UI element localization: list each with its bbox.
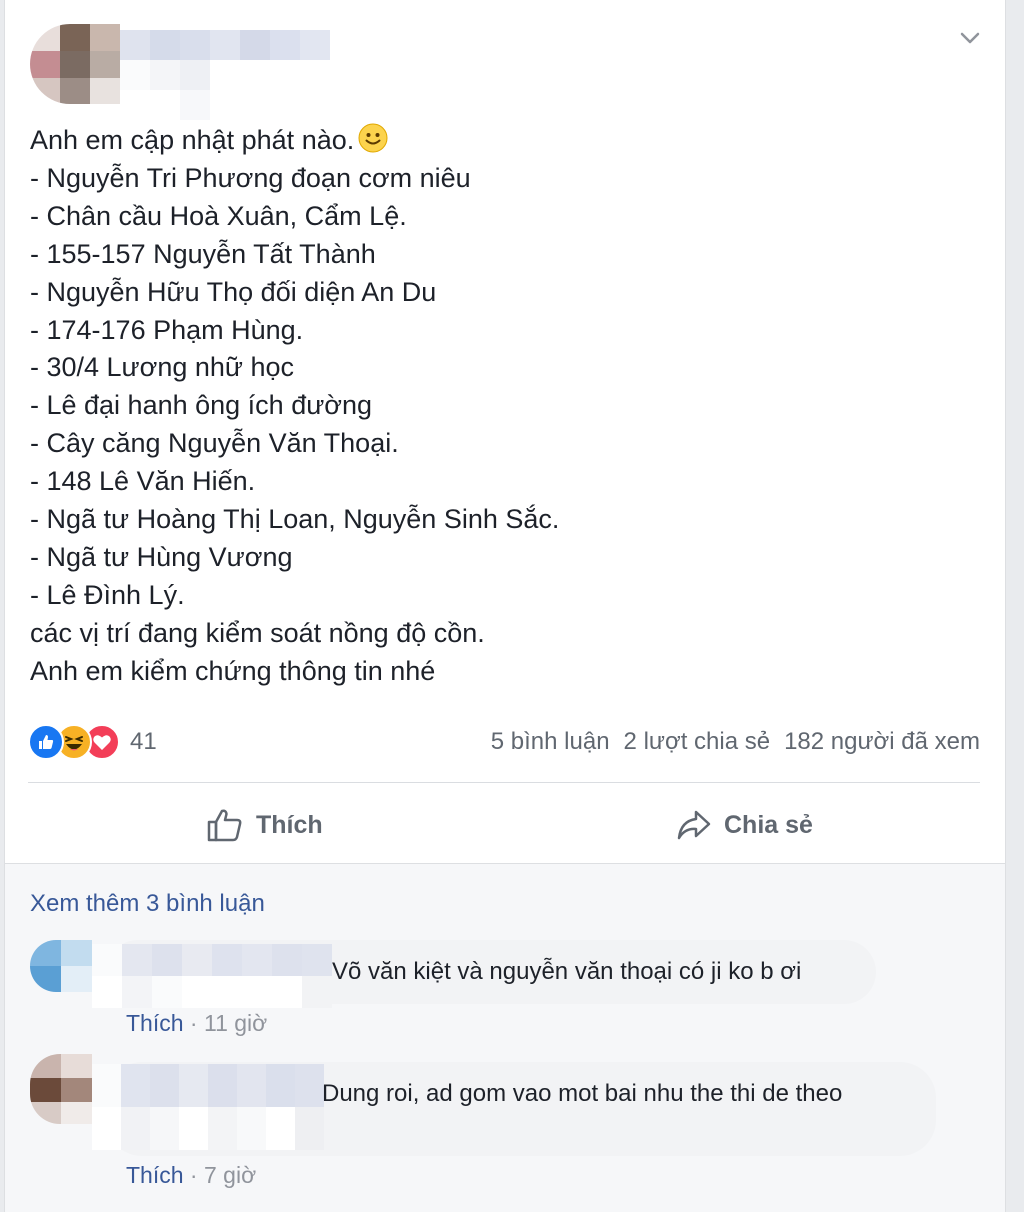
post-line: - Lê đại hanh ông ích đường (30, 390, 373, 421)
post-body: Anh em cập nhật phát nào. - Nguyễn Tri P… (30, 122, 970, 691)
post-line: - 155-157 Nguyễn Tất Thành (30, 238, 376, 269)
slightly-smiling-face-icon (358, 123, 388, 153)
post-line: - 148 Lê Văn Hiến. (30, 466, 256, 497)
chevron-down-icon[interactable] (958, 28, 982, 48)
comment-time[interactable]: 7 giờ (204, 1162, 256, 1188)
share-button[interactable]: Chia sẻ (676, 802, 813, 848)
meta-separator: · (189, 1162, 198, 1188)
post-line: Anh em kiểm chứng thông tin nhé (30, 655, 436, 686)
post-line: - Chân cầu Hoà Xuân, Cẩm Lệ. (30, 200, 407, 231)
view-count: 182 người đã xem (784, 728, 980, 755)
comment-text: Dung roi, ad gom vao mot bai nhu the thi… (322, 1080, 843, 1107)
commenter-avatar[interactable] (30, 940, 92, 992)
thumbs-up-icon (207, 809, 242, 842)
comment-like-button[interactable]: Thích (126, 1162, 184, 1188)
post-line: các vị trí đang kiểm soát nồng độ cồn. (30, 617, 485, 648)
comment-text: Võ văn kiệt và nguyễn văn thoại có ji ko… (332, 958, 802, 985)
share-button-label: Chia sẻ (724, 810, 813, 839)
post-line: - Lê Đình Lý. (30, 579, 185, 610)
author-avatar[interactable] (30, 24, 120, 104)
comment-meta: Thích · 7 giờ (126, 1162, 256, 1189)
post-line: - Nguyễn Tri Phương đoạn cơm niêu (30, 162, 471, 193)
like-icon (28, 724, 64, 760)
post-line: - Cây căng Nguyễn Văn Thoại. (30, 428, 399, 459)
post-line: - 174-176 Phạm Hùng. (30, 314, 304, 345)
view-more-comments-link[interactable]: Xem thêm 3 bình luận (30, 890, 265, 918)
commenter-avatar[interactable] (30, 1054, 92, 1124)
share-arrow-icon (677, 810, 711, 840)
commenter-name[interactable] (92, 944, 332, 1008)
comment-meta: Thích · 11 giờ (126, 1010, 267, 1037)
post-line: - Ngã tư Hoàng Thị Loan, Nguyễn Sinh Sắc… (30, 504, 560, 535)
post-line: - Nguyễn Hữu Thọ đối diện An Du (30, 276, 437, 307)
share-count[interactable]: 2 lượt chia sẻ (624, 728, 771, 756)
post-line: Anh em cập nhật phát nào. (30, 122, 970, 160)
comment-like-button[interactable]: Thích (126, 1010, 184, 1036)
reactions-summary[interactable]: 41 (28, 724, 157, 760)
like-button[interactable]: Thích (206, 802, 323, 848)
post-stats: 5 bình luận 2 lượt chia sẻ 182 người đã … (491, 728, 980, 756)
comment-time[interactable]: 11 giờ (204, 1010, 267, 1036)
post-line-text: Anh em cập nhật phát nào. (30, 125, 355, 155)
divider (28, 782, 980, 783)
like-button-label: Thích (256, 810, 323, 839)
commenter-name[interactable] (92, 1064, 324, 1150)
post-line: - Ngã tư Hùng Vương (30, 541, 293, 572)
post-line: - 30/4 Lương nhữ học (30, 352, 295, 383)
meta-separator: · (189, 1010, 198, 1036)
reaction-count[interactable]: 41 (130, 728, 157, 756)
page-background (1006, 0, 1024, 1212)
author-name[interactable] (120, 30, 330, 120)
comment-count[interactable]: 5 bình luận (491, 728, 610, 756)
